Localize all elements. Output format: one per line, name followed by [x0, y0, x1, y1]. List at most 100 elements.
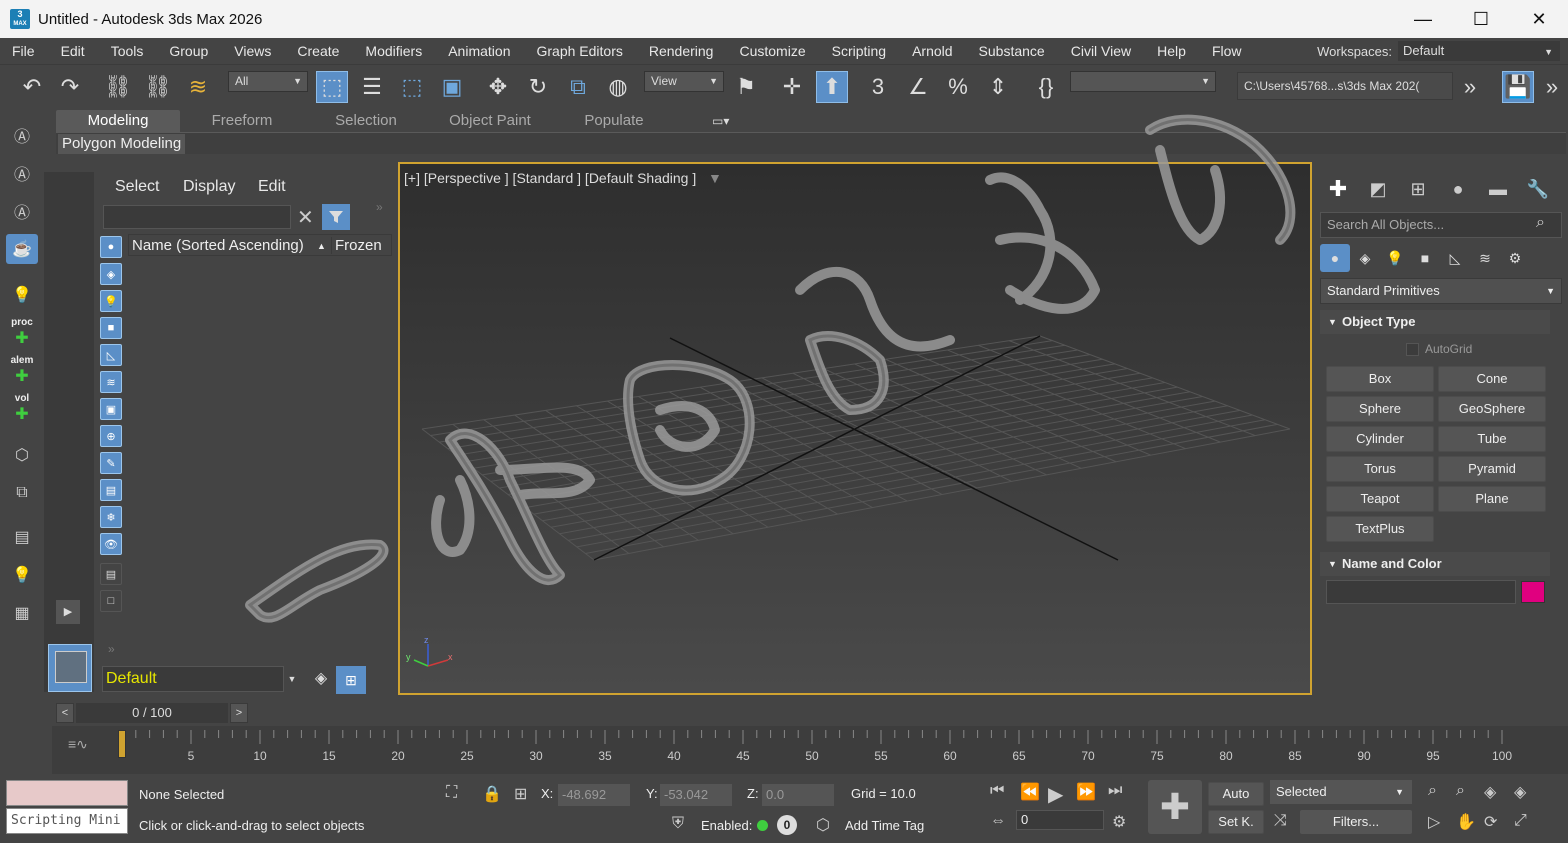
minimize-button[interactable]: — [1394, 0, 1452, 38]
search-objects-input[interactable]: Search All Objects... [1320, 212, 1562, 238]
ribbon-options-icon[interactable]: ▭▾ [712, 110, 742, 132]
menu-edit[interactable]: Edit [48, 43, 98, 59]
key-filter-dropdown[interactable]: Selected [1270, 780, 1412, 804]
project-path-dropdown[interactable]: C:\Users\45768...s\3ds Max 202( [1237, 72, 1453, 100]
cameras-category-icon[interactable]: ■ [1410, 244, 1440, 272]
display-all-icon[interactable]: ▤ [100, 563, 122, 585]
next-key-icon[interactable]: ⏩ [1076, 782, 1096, 802]
rectangular-selection-icon[interactable]: ⬚ [396, 71, 428, 103]
explorer-menu-display[interactable]: Display [183, 178, 235, 196]
hierarchy-tab-icon[interactable]: ⊞ [1398, 172, 1438, 206]
next-frame-button[interactable]: > [230, 703, 248, 723]
percent-snap-icon[interactable]: % [942, 71, 974, 103]
orbit-icon[interactable]: ⟳ [1484, 812, 1497, 832]
menu-group[interactable]: Group [156, 43, 221, 59]
pyramid-button[interactable]: Pyramid [1438, 456, 1546, 482]
unlink-icon[interactable]: ⛓ [142, 71, 174, 103]
reference-coordinate-dropdown[interactable]: View [644, 71, 724, 92]
link-icon[interactable]: ⛓ [102, 71, 134, 103]
select-by-name-icon[interactable]: ☰ [356, 71, 388, 103]
enabled-count[interactable]: 0 [777, 815, 797, 835]
zoom-extents-all-icon[interactable]: ◈ [1514, 782, 1526, 802]
text-edit-icon[interactable]: Ⓐ [6, 158, 38, 188]
layers-tool-icon[interactable]: ▤ [6, 522, 38, 552]
set-keys-icon[interactable]: ✚ [1148, 780, 1202, 834]
text-tool-icon[interactable]: Ⓐ [6, 120, 38, 150]
menu-graph-editors[interactable]: Graph Editors [523, 43, 635, 59]
key-tangents-icon[interactable]: ⤨ [1274, 812, 1287, 830]
menu-views[interactable]: Views [221, 43, 284, 59]
field-of-view-icon[interactable]: ▷ [1428, 812, 1440, 832]
cone-button[interactable]: Cone [1438, 366, 1546, 392]
zoom-extents-icon[interactable]: ◈ [1484, 782, 1496, 802]
explorer-search-input[interactable] [103, 205, 291, 229]
y-coordinate-field[interactable]: -53.042 [660, 784, 732, 806]
viewport-layout-icon[interactable]: ▦ [6, 598, 38, 628]
layer-dropdown[interactable]: Default [102, 666, 284, 692]
menu-animation[interactable]: Animation [435, 43, 523, 59]
z-coordinate-field[interactable]: 0.0 [762, 784, 834, 806]
lights-category-icon[interactable]: 💡 [1380, 244, 1410, 272]
time-slider-handle[interactable]: 0 / 100 [76, 703, 228, 723]
display-spacewarps-icon[interactable]: ≋ [100, 371, 122, 393]
tab-selection[interactable]: Selection [304, 110, 428, 132]
set-key-button[interactable]: Set K. [1208, 810, 1264, 834]
plane-button[interactable]: Plane [1438, 486, 1546, 512]
spinner-snap-icon[interactable]: ⇕ [982, 71, 1014, 103]
maximize-button[interactable]: ☐ [1452, 0, 1510, 38]
teapot-button[interactable]: Teapot [1326, 486, 1434, 512]
tab-populate[interactable]: Populate [552, 110, 676, 132]
redo-icon[interactable]: ↷ [54, 71, 86, 103]
box-button[interactable]: Box [1326, 366, 1434, 392]
explorer-collapse-icon[interactable]: » [376, 200, 383, 214]
display-groups-icon[interactable]: ▣ [100, 398, 122, 420]
search-icon[interactable]: ⌕ [1536, 214, 1545, 232]
geometry-category-icon[interactable]: ● [1320, 244, 1350, 272]
light-tool-icon[interactable]: 💡 [6, 280, 38, 310]
display-frozen-icon[interactable]: ❄ [100, 506, 122, 528]
display-hidden-icon[interactable]: 👁 [100, 533, 122, 555]
display-shapes-icon[interactable]: ◈ [100, 263, 122, 285]
shapes-category-icon[interactable]: ◈ [1350, 244, 1380, 272]
display-helpers-icon[interactable]: ◺ [100, 344, 122, 366]
select-manipulate-icon[interactable]: ✛ [776, 71, 808, 103]
go-to-end-icon[interactable]: ⏭ [1108, 782, 1122, 800]
auto-key-button[interactable]: Auto [1208, 782, 1264, 806]
undo-icon[interactable]: ↶ [16, 71, 48, 103]
filter-icon[interactable] [322, 204, 350, 230]
workspace-dropdown[interactable]: Default [1398, 41, 1560, 61]
display-cameras-icon[interactable]: ■ [100, 317, 122, 339]
x-coordinate-field[interactable]: -48.692 [558, 784, 630, 806]
menu-customize[interactable]: Customize [726, 43, 818, 59]
viewport-layout-tab[interactable] [48, 644, 92, 692]
arrange-tool-icon[interactable]: ⧉ [6, 478, 38, 508]
text-play-icon[interactable]: Ⓐ [6, 196, 38, 226]
tab-freeform[interactable]: Freeform [180, 110, 304, 132]
time-configuration-icon[interactable]: ⚙ [1112, 812, 1126, 832]
zoom-all-icon[interactable]: ⌕ [1456, 782, 1465, 800]
create-tab-icon[interactable]: ✚ [1318, 172, 1358, 206]
menu-create[interactable]: Create [284, 43, 352, 59]
spacewarps-category-icon[interactable]: ≋ [1470, 244, 1500, 272]
close-button[interactable]: ✕ [1510, 0, 1568, 38]
display-xrefs-icon[interactable]: ⊕ [100, 425, 122, 447]
light-lister-icon[interactable]: 💡 [6, 560, 38, 590]
key-filters-button[interactable]: Filters... [1300, 810, 1412, 834]
selection-filter-dropdown[interactable]: All [228, 71, 308, 92]
previous-key-icon[interactable]: ⏪ [1020, 782, 1040, 802]
menu-tools[interactable]: Tools [98, 43, 157, 59]
pivot-center-icon[interactable]: ⚑ [730, 71, 762, 103]
menu-substance[interactable]: Substance [966, 43, 1058, 59]
display-geometry-icon[interactable]: ● [100, 236, 122, 258]
sphere-button[interactable]: Sphere [1326, 396, 1434, 422]
curve-editor-icon[interactable]: ≡∿ [68, 736, 88, 753]
object-tool-icon[interactable]: ⬡ [6, 440, 38, 470]
tube-button[interactable]: Tube [1438, 426, 1546, 452]
layer-explorer-icon[interactable]: ◈ [308, 666, 334, 692]
alem-tool-icon[interactable]: alem ✚ [6, 356, 38, 386]
menu-arnold[interactable]: Arnold [899, 43, 965, 59]
move-icon[interactable]: ✥ [482, 71, 514, 103]
absolute-mode-icon[interactable]: ⊞ [514, 784, 527, 804]
column-name[interactable]: Name (Sorted Ascending) [132, 237, 304, 254]
explorer-list[interactable] [128, 256, 392, 656]
